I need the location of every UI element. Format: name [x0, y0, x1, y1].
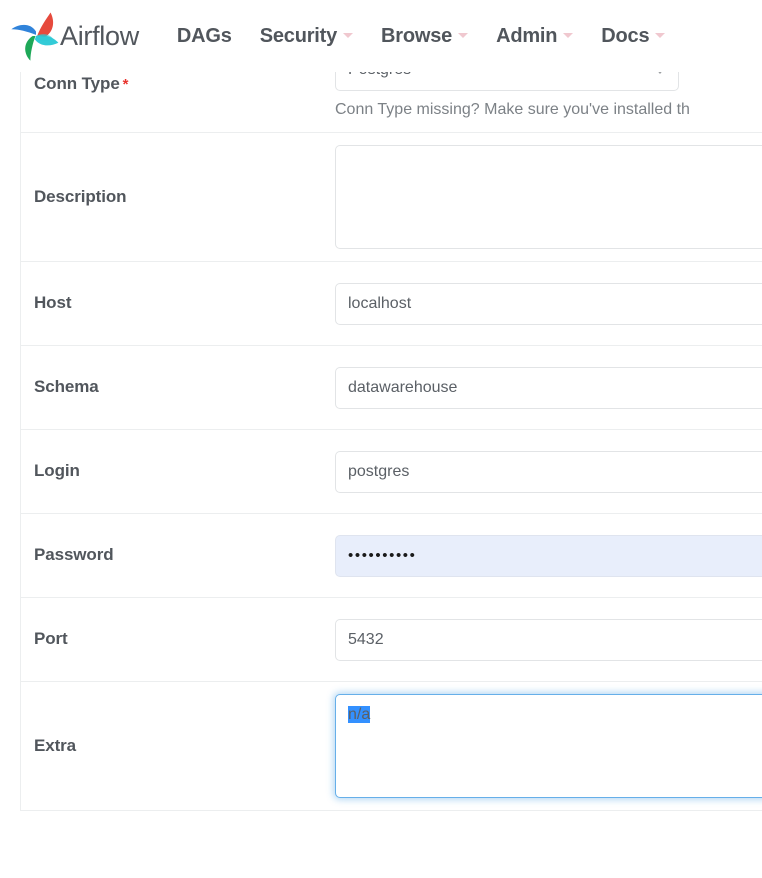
field-cell-port: [335, 598, 762, 681]
form-row-extra: Extra n/a: [21, 682, 762, 811]
form-row-host: Host: [21, 262, 762, 346]
required-marker: *: [122, 76, 129, 94]
host-input[interactable]: [335, 282, 762, 325]
password-label: Password: [34, 545, 114, 565]
nav-item-dags[interactable]: DAGs: [177, 25, 232, 48]
nav-item-label: Docs: [601, 24, 650, 47]
field-cell-schema: [335, 346, 762, 429]
port-label: Port: [34, 629, 68, 649]
nav-item-label: DAGs: [176, 24, 232, 47]
label-cell-description: Description: [21, 133, 335, 261]
password-input[interactable]: [335, 534, 762, 577]
nav-item-label: Browse: [381, 24, 453, 47]
field-cell-host: [335, 262, 762, 345]
login-label: Login: [34, 461, 80, 481]
chevron-down-icon: [343, 32, 354, 38]
description-label: Description: [34, 186, 127, 206]
schema-input[interactable]: [335, 366, 762, 409]
airflow-pinwheel-logo-icon: [8, 8, 64, 64]
label-cell-password: Password: [21, 514, 335, 597]
conn-type-help-text: Conn Type missing? Make sure you've inst…: [335, 101, 690, 118]
login-input[interactable]: [335, 450, 762, 493]
host-label: Host: [34, 293, 72, 313]
field-cell-password: [335, 514, 762, 597]
top-navbar: Airflow DAGs Security Browse Admin Docs: [0, 0, 762, 72]
form-row-description: Description: [21, 133, 762, 262]
nav-item-label: Admin: [496, 24, 558, 47]
label-cell-port: Port: [21, 598, 335, 681]
form-row-login: Login: [21, 430, 762, 514]
nav-item-browse[interactable]: Browse: [381, 24, 469, 48]
nav-item-admin[interactable]: Admin: [496, 24, 574, 48]
nav-item-label: Security: [259, 24, 338, 47]
chevron-down-icon: [458, 32, 469, 38]
label-cell-extra: Extra: [21, 682, 335, 810]
label-cell-login: Login: [21, 430, 335, 513]
brand-link[interactable]: Airflow: [8, 8, 139, 64]
connection-form-page: Conn Id* Conn Type* Postgres Conn Type m…: [0, 0, 762, 878]
navbar-menu: DAGs Security Browse Admin Docs: [177, 25, 693, 48]
conn-type-label: Conn Type *: [34, 74, 129, 94]
nav-item-docs[interactable]: Docs: [601, 24, 666, 48]
form-row-password: Password: [21, 514, 762, 598]
description-textarea[interactable]: [335, 145, 762, 249]
label-cell-host: Host: [21, 262, 335, 345]
schema-label: Schema: [34, 377, 99, 397]
field-cell-login: [335, 430, 762, 513]
chevron-down-icon: [655, 32, 666, 38]
connection-form-table: Conn Id* Conn Type* Postgres Conn Type m…: [20, 0, 762, 811]
label-cell-schema: Schema: [21, 346, 335, 429]
brand-name: Airflow: [60, 20, 139, 51]
extra-label: Extra: [34, 735, 77, 755]
chevron-down-icon: [563, 32, 574, 38]
nav-item-security[interactable]: Security: [259, 24, 354, 48]
form-row-schema: Schema: [21, 346, 762, 430]
field-cell-description: [335, 133, 762, 261]
extra-textarea[interactable]: n/a: [335, 694, 762, 798]
field-cell-extra: n/a: [335, 682, 762, 810]
port-input[interactable]: [335, 618, 762, 661]
form-row-port: Port: [21, 598, 762, 682]
extra-selected-text: n/a: [348, 706, 371, 723]
